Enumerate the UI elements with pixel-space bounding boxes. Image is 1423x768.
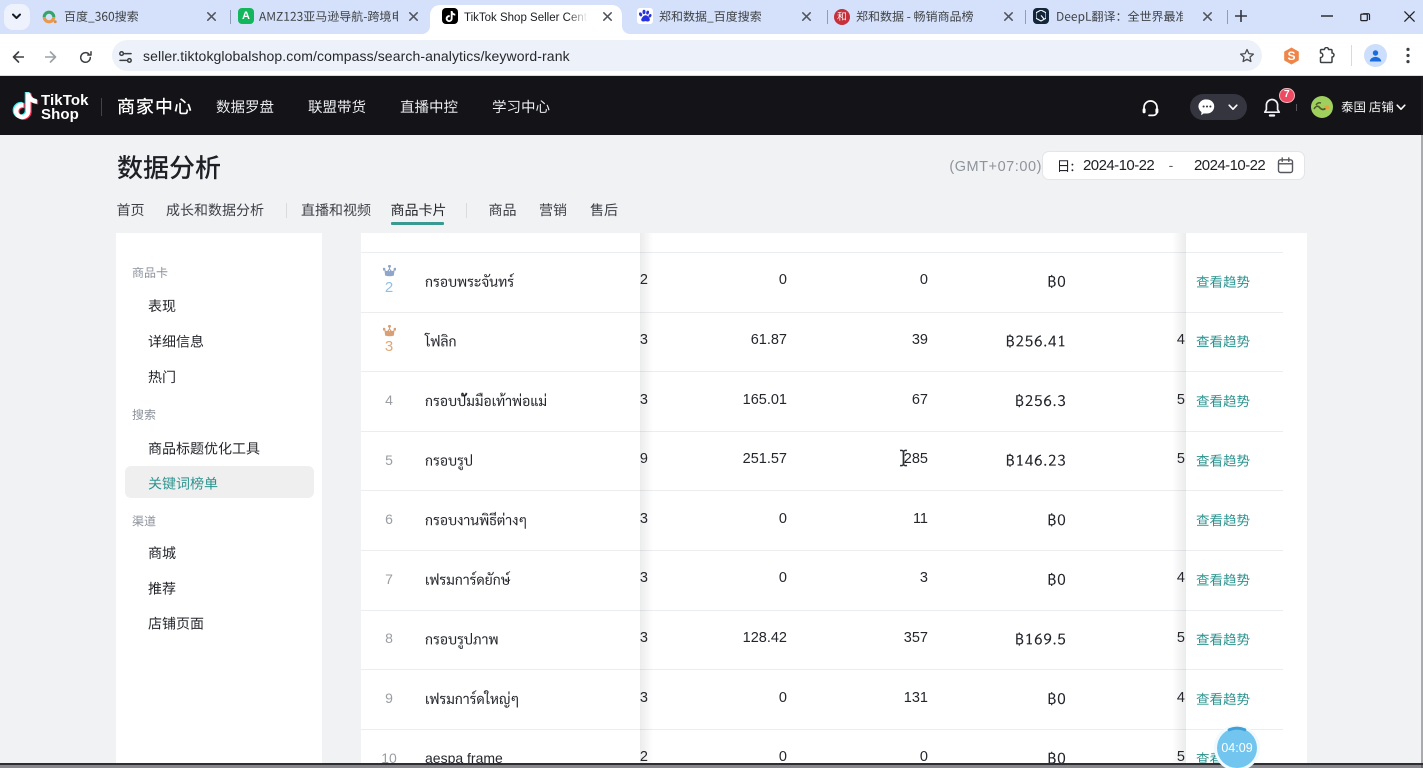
svg-text:S: S <box>1287 49 1295 63</box>
